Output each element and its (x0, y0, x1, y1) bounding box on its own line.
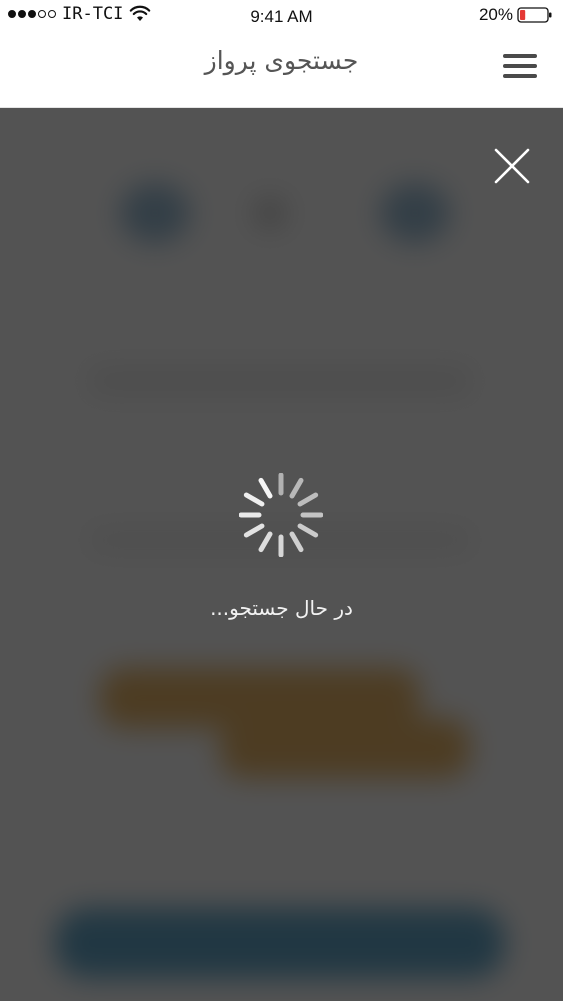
spinner-spoke (297, 492, 319, 507)
spinner-spoke (243, 492, 265, 507)
spinner-spoke (243, 523, 265, 538)
hamburger-menu-icon[interactable] (503, 54, 537, 78)
spinner-spoke (258, 477, 273, 499)
close-icon[interactable] (492, 146, 532, 186)
page-title: جستجوی پرواز (204, 46, 359, 75)
header: جستجوی پرواز (0, 34, 563, 108)
loading-spinner-icon (239, 473, 323, 557)
loading-text: در حال جستجو... (210, 596, 353, 620)
spinner-spoke (258, 531, 273, 553)
battery-icon (517, 7, 552, 23)
status-bar: IR-TCI 9:41 AM 20% (0, 0, 563, 34)
spinner-spoke (289, 531, 304, 553)
battery-percentage: 20% (478, 5, 513, 24)
loading-overlay: در حال جستجو... (0, 108, 563, 1001)
spinner-spoke (289, 477, 304, 499)
status-right: 20% (479, 5, 553, 25)
spinner-spoke (297, 523, 319, 538)
